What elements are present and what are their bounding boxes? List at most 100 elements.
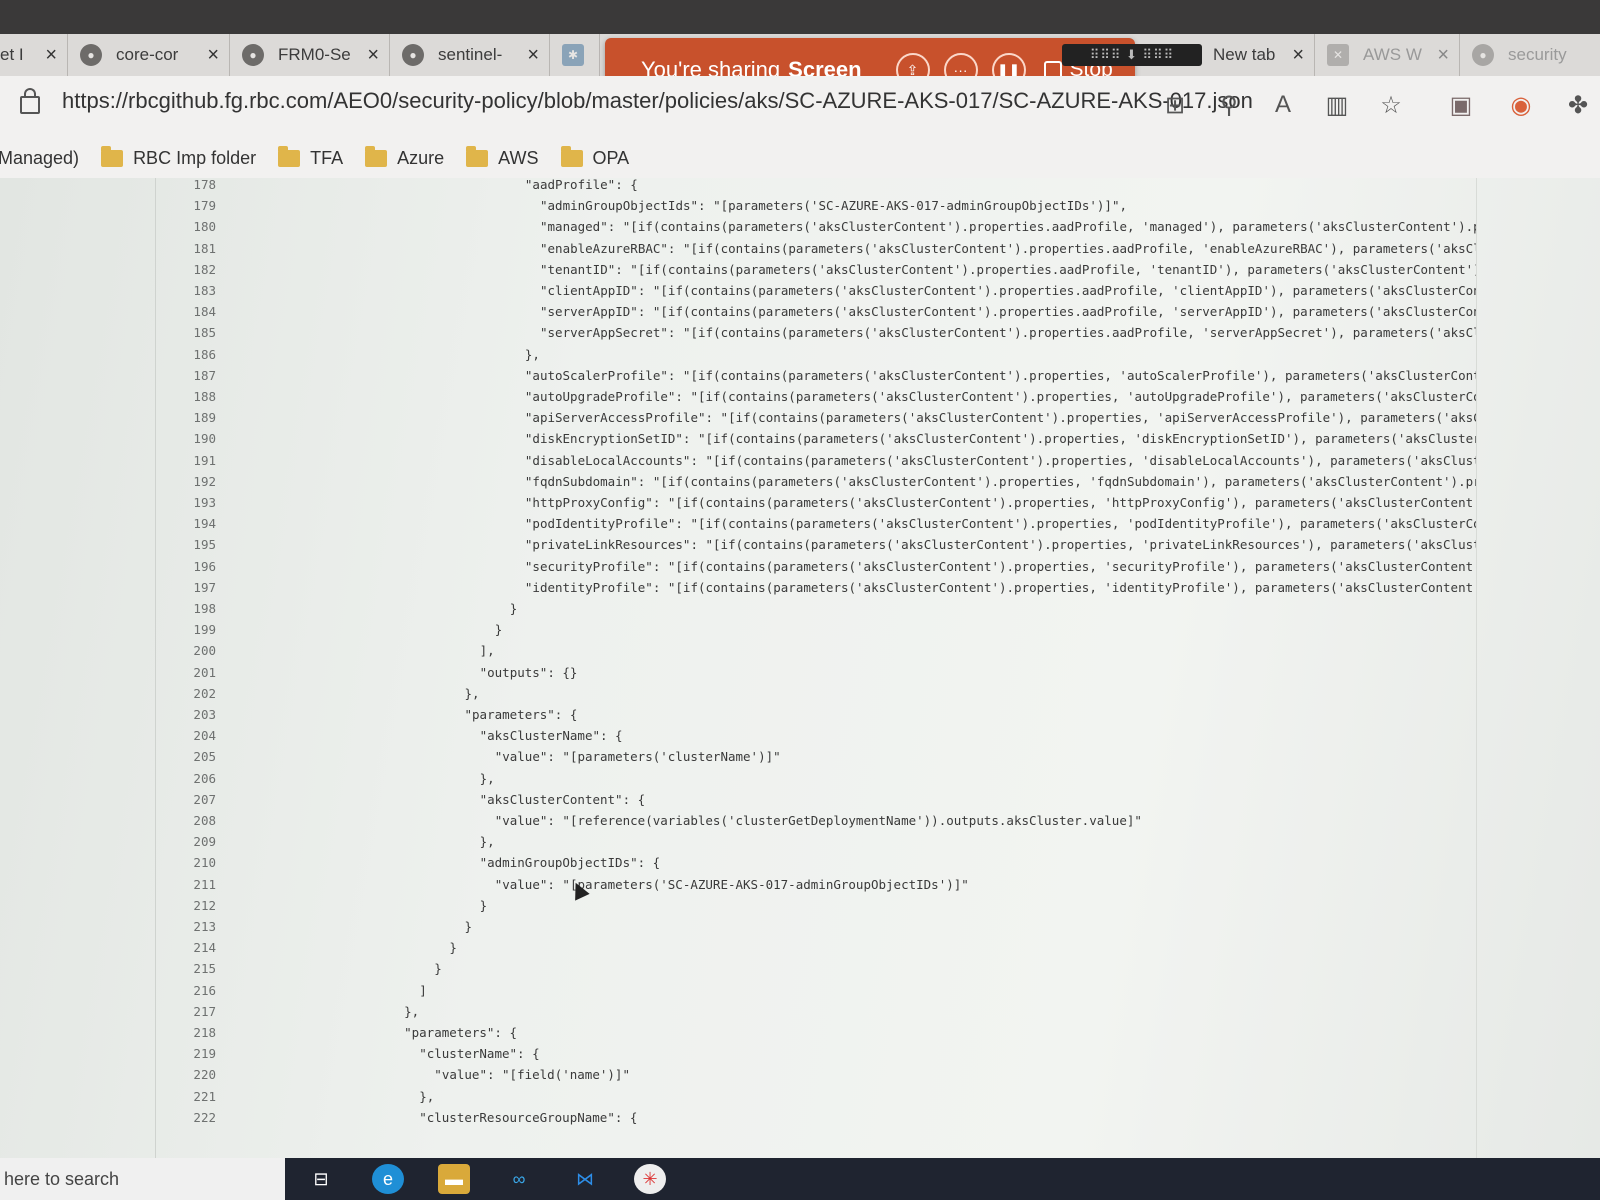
folder-icon: [365, 145, 388, 167]
webex-icon[interactable]: ∞: [503, 1164, 535, 1194]
line-number[interactable]: 189: [156, 407, 216, 429]
zoom-out-icon[interactable]: ⚲: [1214, 90, 1244, 120]
line-number[interactable]: 180: [156, 216, 216, 238]
line-number[interactable]: 211: [156, 874, 216, 896]
line-number[interactable]: 203: [156, 704, 216, 726]
line-number[interactable]: 209: [156, 831, 216, 853]
close-icon[interactable]: ×: [367, 44, 379, 67]
share-bar-drag-handle[interactable]: ⠿⠿⠿ ⬇ ⠿⠿⠿: [1062, 44, 1202, 66]
code-line: 209},: [156, 831, 1476, 853]
line-number[interactable]: 219: [156, 1043, 216, 1065]
line-number[interactable]: 214: [156, 937, 216, 959]
lock-icon[interactable]: [20, 88, 40, 114]
collections-icon[interactable]: ▣: [1446, 90, 1476, 120]
bookmark-opa[interactable]: OPA: [560, 145, 630, 169]
line-number[interactable]: 183: [156, 280, 216, 302]
line-number[interactable]: 192: [156, 471, 216, 493]
line-number[interactable]: 199: [156, 619, 216, 641]
line-number[interactable]: 218: [156, 1022, 216, 1044]
line-number[interactable]: 215: [156, 958, 216, 980]
extensions-icon[interactable]: ✤: [1563, 90, 1593, 120]
tab-7[interactable]: ● security: [1460, 34, 1600, 76]
line-number[interactable]: 193: [156, 492, 216, 514]
page-content: 178 "aadProfile": {179 "adminGroupObjectId…: [0, 178, 1600, 1158]
edge-icon[interactable]: e: [372, 1164, 404, 1194]
tab-1[interactable]: ● core-cor ×: [68, 34, 230, 76]
line-number[interactable]: 198: [156, 598, 216, 620]
line-number[interactable]: 188: [156, 386, 216, 408]
url-field[interactable]: https://rbcgithub.fg.rbc.com/AEO0/securi…: [62, 88, 1253, 114]
line-number[interactable]: 212: [156, 895, 216, 917]
line-number[interactable]: 182: [156, 259, 216, 281]
line-number[interactable]: 221: [156, 1086, 216, 1108]
bookmark-azure[interactable]: Azure: [365, 145, 444, 169]
line-number[interactable]: 206: [156, 768, 216, 790]
tab-2[interactable]: ● FRM0-Se ×: [230, 34, 390, 76]
bookmark-label: OPA: [592, 147, 630, 168]
line-number[interactable]: 204: [156, 725, 216, 747]
line-number[interactable]: 217: [156, 1001, 216, 1023]
apps-icon[interactable]: ⊞: [1160, 90, 1190, 120]
line-number[interactable]: 210: [156, 852, 216, 874]
bookmark-rbc-imp-folder[interactable]: RBC Imp folder: [101, 145, 256, 169]
profile-icon[interactable]: ◉: [1506, 90, 1536, 120]
code-line: 198}: [156, 598, 1476, 620]
read-aloud-icon[interactable]: A: [1268, 90, 1298, 120]
tab-4[interactable]: ✱ A: [550, 34, 600, 76]
line-number[interactable]: 205: [156, 746, 216, 768]
line-number[interactable]: 222: [156, 1107, 216, 1129]
code-line: 190 "diskEncryptionSetID": "[if(contains(…: [156, 428, 1476, 450]
line-number[interactable]: 187: [156, 365, 216, 387]
code-text: }: [449, 940, 457, 956]
close-icon[interactable]: ×: [527, 44, 539, 67]
line-number[interactable]: 191: [156, 450, 216, 472]
line-number[interactable]: 190: [156, 428, 216, 450]
bookmark-tfa[interactable]: TFA: [278, 145, 343, 169]
bookmark-aws[interactable]: AWS: [466, 145, 539, 169]
code-text: "clusterResourceGroupName": {: [419, 1109, 638, 1125]
line-number[interactable]: 195: [156, 534, 216, 556]
close-icon[interactable]: ×: [1437, 44, 1449, 67]
tab-3[interactable]: ● sentinel- ×: [390, 34, 550, 76]
line-number[interactable]: 179: [156, 195, 216, 217]
line-number[interactable]: 194: [156, 513, 216, 535]
code-text: "serverAppID": "[if(contains(parameters(…: [540, 304, 1476, 320]
code-text: }: [464, 919, 473, 934]
code-text: "autoUpgradeProfile": "[if(contains(para…: [524, 389, 1476, 404]
task-view-icon[interactable]: ⊟: [305, 1164, 337, 1194]
line-number[interactable]: 186: [156, 344, 216, 366]
code-line: 205 "value": "[parameters('clusterName')]…: [156, 746, 1476, 768]
tab-0[interactable]: et I ×: [0, 34, 68, 76]
bookmark-managed[interactable]: Managed): [0, 148, 79, 169]
reader-view-icon[interactable]: ▥: [1322, 90, 1352, 120]
line-number[interactable]: 220: [156, 1064, 216, 1086]
line-number[interactable]: 201: [156, 662, 216, 684]
line-number[interactable]: 200: [156, 640, 216, 662]
line-number[interactable]: 181: [156, 238, 216, 260]
line-number[interactable]: 207: [156, 789, 216, 811]
code-line: 195 "privateLinkResources": "[if(contains…: [156, 534, 1476, 556]
line-number[interactable]: 197: [156, 577, 216, 599]
taskbar-search[interactable]: here to search: [0, 1158, 285, 1200]
vscode-icon[interactable]: ⋈: [569, 1164, 601, 1194]
close-icon[interactable]: ×: [1292, 44, 1304, 67]
line-number[interactable]: 202: [156, 683, 216, 705]
file-explorer-icon[interactable]: ▬: [438, 1164, 470, 1194]
close-icon[interactable]: ×: [45, 44, 57, 67]
code-line: 219 "clusterName": {: [156, 1043, 1476, 1065]
folder-icon: [466, 145, 489, 167]
folder-icon: [278, 145, 301, 167]
line-number[interactable]: 185: [156, 322, 216, 344]
line-number[interactable]: 208: [156, 810, 216, 832]
line-number[interactable]: 213: [156, 916, 216, 938]
slack-icon[interactable]: ✳: [634, 1164, 666, 1194]
line-number[interactable]: 196: [156, 556, 216, 578]
line-number[interactable]: 216: [156, 980, 216, 1002]
line-number[interactable]: 178: [156, 178, 216, 196]
tab-title: core-cor: [116, 45, 179, 64]
bookmark-label: Managed): [0, 147, 80, 168]
close-icon[interactable]: ×: [207, 44, 219, 67]
line-number[interactable]: 184: [156, 301, 216, 323]
tab-6[interactable]: ✕ AWS W ×: [1315, 34, 1460, 76]
favorite-star-icon[interactable]: ☆: [1376, 90, 1406, 120]
